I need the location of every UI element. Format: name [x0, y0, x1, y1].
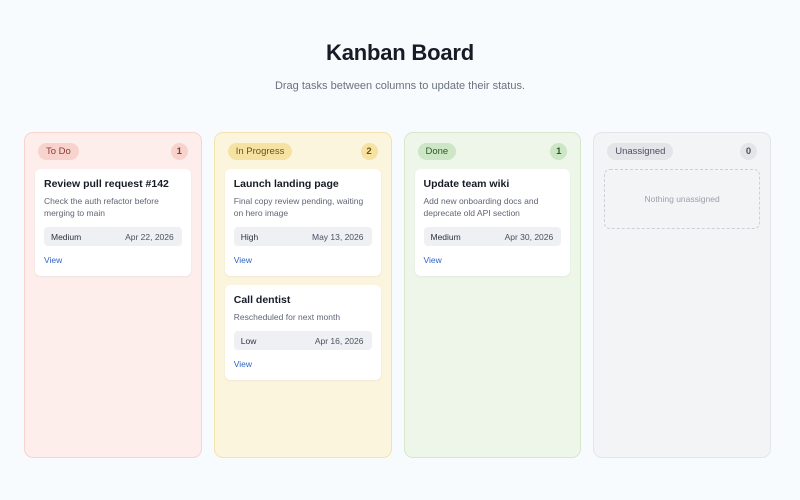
task-title: Review pull request #142	[44, 178, 169, 190]
task-meta: Medium Apr 22, 2026	[44, 227, 182, 246]
task-date: Apr 30, 2026	[504, 231, 554, 242]
task-card[interactable]: Update team wiki Add new onboarding docs…	[414, 169, 571, 276]
column-done[interactable]: Done 1 Update team wiki Add new onboardi…	[403, 132, 582, 458]
task-date: May 13, 2026	[311, 231, 364, 242]
column-header: To Do 1	[35, 143, 191, 160]
column-count-badge: 0	[740, 143, 757, 160]
column-header: Done 1	[415, 143, 571, 160]
task-priority: High	[240, 231, 259, 242]
task-date: Apr 16, 2026	[314, 335, 364, 346]
page-title: Kanban Board	[326, 40, 474, 65]
view-link[interactable]: View	[44, 255, 62, 265]
task-description: Check the auth refactor before merging t…	[44, 196, 159, 218]
task-date: Apr 22, 2026	[125, 231, 174, 242]
task-priority: Low	[240, 335, 257, 346]
task-card[interactable]: Review pull request #142 Check the auth …	[35, 169, 191, 276]
page-header: Kanban Board Drag tasks between columns …	[0, 40, 800, 92]
page-subtitle: Drag tasks between columns to update the…	[274, 80, 526, 92]
column-count-badge: 2	[360, 143, 378, 160]
view-link[interactable]: View	[424, 255, 442, 265]
task-description: Final copy review pending, waiting on he…	[233, 196, 364, 218]
task-priority: Medium	[51, 231, 82, 242]
column-label: In Progress	[227, 143, 293, 160]
column-label: To Do	[38, 143, 79, 160]
kanban-board: To Do 1 Review pull request #142 Check t…	[24, 132, 771, 458]
task-description: Add new onboarding docs and deprecate ol…	[423, 196, 539, 218]
task-title: Call dentist	[233, 294, 291, 306]
view-link[interactable]: View	[234, 255, 252, 265]
column-label: Done	[417, 143, 457, 160]
task-card[interactable]: Call dentist Rescheduled for next month …	[224, 285, 381, 380]
column-header: In Progress 2	[225, 143, 381, 160]
task-title: Launch landing page	[233, 178, 339, 190]
column-count-badge: 1	[170, 143, 188, 160]
column-header: Unassigned 0	[604, 143, 760, 160]
task-card[interactable]: Launch landing page Final copy review pe…	[224, 169, 381, 276]
empty-drop-zone[interactable]: Nothing unassigned	[604, 169, 760, 229]
column-label: Unassigned	[607, 143, 674, 160]
task-title: Update team wiki	[423, 178, 510, 190]
column-in-progress[interactable]: In Progress 2 Launch landing page Final …	[213, 132, 392, 458]
kanban-page: Kanban Board Drag tasks between columns …	[0, 0, 800, 500]
task-description: Rescheduled for next month	[233, 312, 341, 322]
task-meta: Low Apr 16, 2026	[233, 331, 372, 350]
task-meta: High May 13, 2026	[233, 227, 372, 246]
column-count-badge: 1	[550, 143, 568, 160]
task-meta: Medium Apr 30, 2026	[423, 227, 562, 246]
view-link[interactable]: View	[234, 359, 252, 369]
column-todo[interactable]: To Do 1 Review pull request #142 Check t…	[24, 132, 202, 458]
column-unassigned[interactable]: Unassigned 0 Nothing unassigned	[593, 132, 771, 458]
task-priority: Medium	[430, 231, 461, 242]
